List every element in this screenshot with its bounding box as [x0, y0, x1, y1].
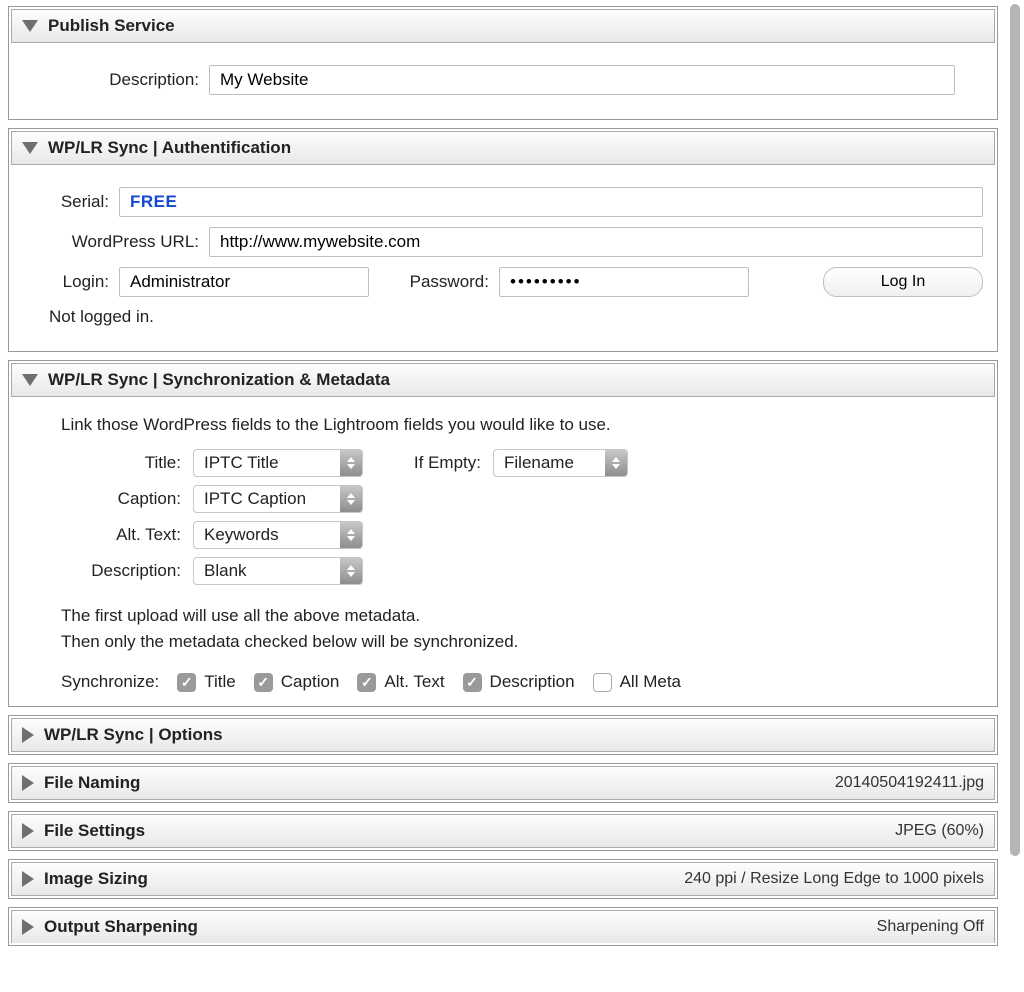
vertical-scrollbar[interactable]: [1006, 0, 1024, 992]
login-button[interactable]: Log In: [823, 267, 983, 297]
description-label: Description:: [23, 70, 209, 90]
checkbox-title[interactable]: ✓: [177, 673, 196, 692]
panel-title: WP/LR Sync | Options: [44, 725, 223, 745]
desc-select[interactable]: Blank: [193, 557, 363, 585]
desc-select-value: Blank: [194, 561, 340, 581]
chevron-right-icon: [22, 871, 34, 887]
chevron-right-icon: [22, 823, 34, 839]
panel-header-output-sharpening[interactable]: Output Sharpening Sharpening Off: [11, 910, 995, 943]
panel-publish-service: Publish Service Description:: [8, 6, 998, 120]
panel-header-sync[interactable]: WP/LR Sync | Synchronization & Metadata: [11, 363, 995, 397]
panel-header-file-naming[interactable]: File Naming 20140504192411.jpg: [11, 766, 995, 800]
panel-auth: WP/LR Sync | Authentification Serial: Wo…: [8, 128, 998, 352]
panel-sync: WP/LR Sync | Synchronization & Metadata …: [8, 360, 998, 707]
panel-header-publish[interactable]: Publish Service: [11, 9, 995, 43]
title-select-value: IPTC Title: [194, 453, 340, 473]
login-input[interactable]: [119, 267, 369, 297]
serial-label: Serial:: [49, 192, 119, 212]
checkbox-caption-label: Caption: [281, 672, 340, 692]
serial-input[interactable]: [119, 187, 983, 217]
checkbox-alttext-label: Alt. Text: [384, 672, 444, 692]
checkbox-alttext[interactable]: ✓: [357, 673, 376, 692]
updown-icon: [340, 558, 362, 584]
password-input[interactable]: [499, 267, 749, 297]
chevron-down-icon: [22, 142, 38, 154]
updown-icon: [605, 450, 627, 476]
updown-icon: [340, 450, 362, 476]
panel-options: WP/LR Sync | Options: [8, 715, 998, 755]
panel-title: WP/LR Sync | Authentification: [48, 138, 291, 158]
panel-summary: 240 ppi / Resize Long Edge to 1000 pixel…: [684, 870, 984, 888]
title-select[interactable]: IPTC Title: [193, 449, 363, 477]
panel-file-settings: File Settings JPEG (60%): [8, 811, 998, 851]
alttext-select-value: Keywords: [194, 525, 340, 545]
panel-file-naming: File Naming 20140504192411.jpg: [8, 763, 998, 803]
sync-note-line1: The first upload will use all the above …: [61, 603, 983, 629]
panel-summary: Sharpening Off: [877, 918, 984, 936]
alttext-field-label: Alt. Text:: [23, 525, 193, 545]
desc-field-label: Description:: [23, 561, 193, 581]
wordpress-url-input[interactable]: [209, 227, 983, 257]
panel-title: Publish Service: [48, 16, 175, 36]
panel-title: File Settings: [44, 821, 145, 841]
chevron-right-icon: [22, 775, 34, 791]
panel-output-sharpening: Output Sharpening Sharpening Off: [8, 907, 998, 946]
panel-header-options[interactable]: WP/LR Sync | Options: [11, 718, 995, 752]
sync-intro: Link those WordPress fields to the Light…: [61, 415, 983, 435]
password-label: Password:: [369, 272, 499, 292]
ifempty-select-value: Filename: [494, 453, 605, 473]
checkbox-description[interactable]: ✓: [463, 673, 482, 692]
ifempty-select[interactable]: Filename: [493, 449, 628, 477]
panel-header-auth[interactable]: WP/LR Sync | Authentification: [11, 131, 995, 165]
chevron-down-icon: [22, 20, 38, 32]
panel-summary: 20140504192411.jpg: [835, 774, 984, 792]
panel-title: Output Sharpening: [44, 917, 198, 937]
panel-title: Image Sizing: [44, 869, 148, 889]
wpurl-label: WordPress URL:: [49, 232, 209, 252]
panel-header-image-sizing[interactable]: Image Sizing 240 ppi / Resize Long Edge …: [11, 862, 995, 896]
panel-header-file-settings[interactable]: File Settings JPEG (60%): [11, 814, 995, 848]
title-field-label: Title:: [23, 453, 193, 473]
sync-note-line2: Then only the metadata checked below wil…: [61, 629, 983, 655]
checkbox-description-label: Description: [490, 672, 575, 692]
chevron-right-icon: [22, 727, 34, 743]
login-label: Login:: [49, 272, 119, 292]
chevron-right-icon: [22, 919, 34, 935]
checkbox-allmeta-label: All Meta: [620, 672, 681, 692]
alttext-select[interactable]: Keywords: [193, 521, 363, 549]
panel-summary: JPEG (60%): [895, 822, 984, 840]
chevron-down-icon: [22, 374, 38, 386]
panel-title: WP/LR Sync | Synchronization & Metadata: [48, 370, 390, 390]
ifempty-label: If Empty:: [363, 453, 493, 473]
panel-image-sizing: Image Sizing 240 ppi / Resize Long Edge …: [8, 859, 998, 899]
description-input[interactable]: [209, 65, 955, 95]
login-status: Not logged in.: [49, 307, 154, 327]
checkbox-title-label: Title: [204, 672, 236, 692]
updown-icon: [340, 522, 362, 548]
checkbox-allmeta[interactable]: [593, 673, 612, 692]
panel-title: File Naming: [44, 773, 140, 793]
caption-field-label: Caption:: [23, 489, 193, 509]
synchronize-label: Synchronize:: [61, 672, 159, 692]
caption-select-value: IPTC Caption: [194, 489, 340, 509]
caption-select[interactable]: IPTC Caption: [193, 485, 363, 513]
sync-note: The first upload will use all the above …: [61, 603, 983, 654]
scrollbar-thumb[interactable]: [1010, 4, 1020, 856]
updown-icon: [340, 486, 362, 512]
checkbox-caption[interactable]: ✓: [254, 673, 273, 692]
